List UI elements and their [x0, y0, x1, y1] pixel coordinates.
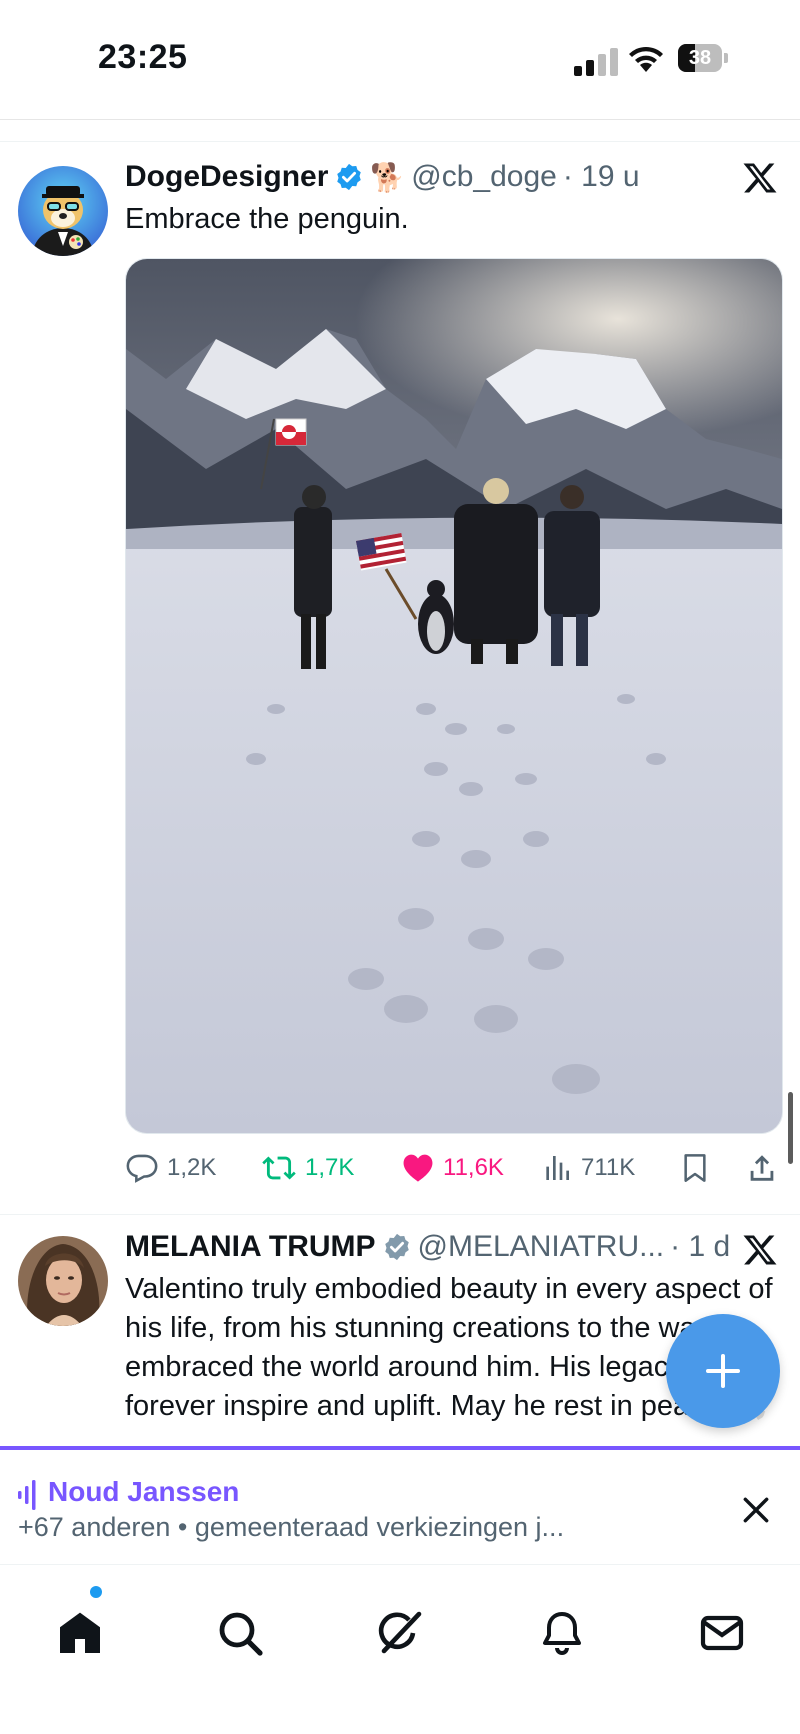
avatar[interactable]: [18, 166, 108, 256]
heart-icon: [403, 1154, 433, 1182]
reply-icon: [126, 1154, 158, 1183]
views-button[interactable]: 711K: [541, 1146, 635, 1190]
x-logo-icon[interactable]: [742, 160, 778, 196]
retweet-button[interactable]: 1,7K: [261, 1146, 354, 1190]
bottom-nav: [0, 1565, 800, 1734]
scrollbar[interactable]: [788, 1092, 793, 1164]
tweet-image[interactable]: [125, 258, 783, 1134]
bookmark-button[interactable]: [679, 1146, 719, 1190]
x-logo-icon[interactable]: [742, 1232, 778, 1268]
tweet-time: · 1 d: [670, 1230, 731, 1263]
author-name[interactable]: DogeDesigner: [125, 160, 328, 194]
cellular-signal-icon: [574, 46, 618, 76]
author-name[interactable]: MELANIA TRUMP: [125, 1230, 376, 1264]
author-handle[interactable]: @cb_doge: [411, 160, 557, 194]
battery-level: 38: [688, 47, 712, 69]
status-time: 23:25: [98, 38, 188, 76]
battery-icon: 38: [678, 44, 728, 72]
compose-tweet-button[interactable]: [666, 1314, 780, 1428]
like-count: 11,6K: [443, 1154, 504, 1181]
tweet-header: DogeDesigner 🐕 @cb_doge · 19 u: [125, 160, 640, 194]
tweet-time: · 19 u: [562, 160, 640, 193]
messages-icon[interactable]: [698, 1609, 746, 1657]
doge-emoji-badge: 🐕: [370, 161, 406, 193]
verified-badge-icon: [337, 163, 362, 191]
author-handle[interactable]: @MELANIATRU...: [418, 1230, 665, 1264]
new-posts-indicator: [90, 1586, 102, 1598]
like-button[interactable]: 11,6K: [401, 1146, 504, 1190]
bookmark-icon: [684, 1154, 706, 1182]
space-host: Noud Janssen: [48, 1476, 240, 1507]
reply-button[interactable]: 1,2K: [125, 1146, 216, 1190]
reply-count: 1,2K: [167, 1154, 217, 1181]
audio-wave-icon: [18, 1480, 36, 1510]
retweet-icon: [262, 1156, 296, 1180]
views-count: 711K: [581, 1154, 636, 1181]
share-button[interactable]: [745, 1146, 787, 1190]
share-icon: [750, 1155, 774, 1181]
tweet-text: Embrace the penguin.: [125, 203, 409, 235]
home-icon[interactable]: [56, 1609, 104, 1657]
tweet-actions: 1,2K 1,7K 11,6K 711K: [125, 1146, 785, 1190]
retweet-count: 1,7K: [305, 1154, 355, 1181]
verified-badge-icon: [384, 1233, 409, 1261]
avatar[interactable]: [18, 1236, 108, 1326]
notifications-icon[interactable]: [538, 1609, 586, 1657]
close-icon[interactable]: [740, 1494, 772, 1526]
wifi-icon: [629, 46, 663, 72]
grok-icon[interactable]: [376, 1609, 424, 1657]
space-subtitle: +67 anderen • gemeenteraad verkiezingen …: [18, 1512, 565, 1542]
tweet-header: MELANIA TRUMP @MELANIATRU... · 1 d: [125, 1230, 730, 1264]
views-icon: [546, 1156, 569, 1180]
live-space-bar[interactable]: Noud Janssen +67 anderen • gemeenteraad …: [0, 1446, 800, 1568]
status-bar: 23:25 38: [0, 0, 800, 118]
search-icon[interactable]: [216, 1609, 264, 1657]
